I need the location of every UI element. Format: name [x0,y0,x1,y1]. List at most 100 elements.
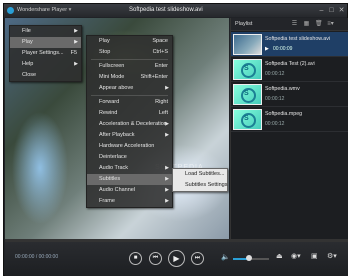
main-menu: File ▶ Play ▶ Player Settings... F5 Help ▶ Close [9,25,82,82]
play-menu-item-audio-channel[interactable]: Audio Channel ▶ [87,185,172,196]
previous-icon[interactable]: ⏮ [149,252,162,265]
menu-item-shortcut: Right [155,99,168,105]
menu-item-label: Mini Mode [99,74,125,80]
main-menu-item-help[interactable]: Help ▶ [10,59,81,70]
playlist-thumbnail: S [233,109,262,130]
settings-icon[interactable]: ⚙▾ [327,252,337,262]
next-icon[interactable]: ⏭ [191,252,204,265]
menu-item-shortcut: F5 [70,50,77,56]
submenu-arrow-icon: ▶ [165,132,169,138]
playlist-header: Playlist ☰ ▦ 🗑 ≡▾ [231,18,348,31]
play-menu-item-hardware-acceleration[interactable]: Hardware Acceleration [87,141,172,152]
speaker-icon[interactable]: 🔈 [221,253,230,261]
menu-item-label: Deinterlace [99,154,127,160]
playlist-item[interactable]: S Softpedia Test (2).avi 00:00:12 [231,57,348,82]
playlist-item-name: Softpedia Test (2).avi [265,61,315,67]
menu-item-label: Help [22,61,34,67]
subtitles-menu-item-subtitles-settings[interactable]: Subtitles Settings [173,180,228,191]
playlist-item[interactable]: S Softpedia.mpeg 00:00:12 [231,107,348,132]
submenu-arrow-icon: ▶ [165,121,169,127]
submenu-arrow-icon: ▶ [165,165,169,171]
playlist-panel: Playlist ☰ ▦ 🗑 ≡▾ Softpedia test slidesh… [230,18,348,239]
playlist-item-duration: 00:00:12 [265,96,285,102]
play-menu-item-forward[interactable]: Forward Right [87,97,172,108]
fullscreen-icon[interactable]: ▣ [311,252,318,262]
menu-item-label: Audio Channel [99,187,136,193]
play-menu-item-subtitles[interactable]: Subtitles ▶ [87,174,172,185]
time-display: 00:00:00 / 00:00:00 [15,254,59,260]
submenu-arrow-icon: ▶ [74,28,78,34]
volume-handle[interactable] [246,255,253,261]
playlist-item[interactable]: Softpedia test slideshow.avi ▶ 00:00:09 [231,32,348,57]
menu-item-shortcut: Enter [154,63,168,69]
playlist-menu-icon[interactable]: ≡▾ [327,21,334,28]
delete-icon[interactable]: 🗑 [315,21,323,28]
playlist-item-duration: 00:00:09 [273,46,293,52]
close-icon[interactable]: ✕ [337,6,346,15]
menu-item-label: Frame [99,198,115,204]
menu-item-label: After Playback [99,132,135,138]
submenu-arrow-icon: ▶ [165,198,169,204]
subtitles-menu: Load Subtitles... Subtitles Settings [172,168,228,192]
playlist-item-name: Softpedia test slideshow.avi [265,36,331,42]
play-menu-item-after-playback[interactable]: After Playback ▶ [87,130,172,141]
main-menu-item-close[interactable]: Close [10,70,81,81]
menu-item-label: Audio Track [99,165,129,171]
menu-item-label: File [22,28,31,34]
eject-icon[interactable]: ⏏ [276,252,283,262]
playlist-item[interactable]: S Softpedia.wmv 00:00:12 [231,82,348,107]
control-bar: 00:00:00 / 00:00:00 ■ ⏮ ▶ ⏭ 🔈 ⏏ ◉▾ ▣ ⚙▾ [5,242,348,276]
menu-item-label: Play [22,39,33,45]
playlist-thumbnail: S [233,84,262,105]
app-menu-button[interactable]: Wondershare Player [17,7,71,13]
menu-separator [91,95,168,96]
menu-item-label: Load Subtitles... [185,171,225,177]
playlist-item-duration: 00:00:12 [265,121,285,127]
play-menu-item-fullscreen[interactable]: Fullscreen Enter [87,61,172,72]
window-title: Softpedia test slideshow.avi [129,7,203,13]
maximize-icon[interactable]: □ [327,6,336,15]
menu-item-label: Close [22,72,37,78]
thumbnail-letter: S [244,115,249,122]
title-bar[interactable]: Wondershare Player Softpedia test slides… [4,4,347,17]
menu-item-shortcut: Shift+Enter [140,74,168,80]
playlist-title: Playlist [235,21,253,27]
main-menu-item-player-settings[interactable]: Player Settings... F5 [10,48,81,59]
play-menu-item-rewind[interactable]: Rewind Left [87,108,172,119]
subtitles-menu-item-load-subtitles[interactable]: Load Subtitles... [173,169,227,180]
play-menu: Play Space Stop Ctrl+S Fullscreen Enter Mini M… [86,35,173,208]
playlist-thumbnail: S [233,59,262,80]
main-menu-item-file[interactable]: File ▶ [10,26,81,37]
menu-item-label: Fullscreen [99,63,125,69]
play-menu-item-appear-above[interactable]: Appear above ▶ [87,83,172,94]
menu-item-label: Appear above [99,85,134,91]
list-view-icon[interactable]: ☰ [291,21,298,28]
add-file-icon[interactable]: ▦ [303,21,310,28]
submenu-arrow-icon: ▶ [74,61,78,67]
playlist-thumbnail [233,34,262,55]
playlist-item-name: Softpedia.mpeg [265,111,303,117]
play-menu-item-acceleration-deceleration[interactable]: Acceleration & Deceleration ▶ [87,119,172,130]
play-menu-item-stop[interactable]: Stop Ctrl+S [87,47,172,58]
playlist-item-name: Softpedia.wmv [265,86,300,92]
play-menu-item-audio-track[interactable]: Audio Track ▶ [87,163,172,174]
menu-item-label: Player Settings... [22,50,64,56]
play-icon[interactable]: ▶ [168,250,185,267]
menu-separator [91,59,168,60]
thumbnail-letter: S [244,65,249,72]
stop-icon[interactable]: ■ [129,252,142,265]
camera-icon[interactable]: ◉▾ [291,252,301,262]
thumbnail-letter: S [244,90,249,97]
app-logo-icon [7,7,14,14]
menu-item-shortcut: Space [152,38,168,44]
menu-item-shortcut: Ctrl+S [152,49,168,55]
play-menu-item-mini-mode[interactable]: Mini Mode Shift+Enter [87,72,172,83]
menu-item-label: Rewind [99,110,118,116]
menu-item-label: Forward [99,99,120,105]
play-menu-item-play[interactable]: Play Space [87,36,172,47]
minimize-icon[interactable]: – [317,6,326,15]
submenu-arrow-icon: ▶ [165,187,169,193]
main-menu-item-play[interactable]: Play ▶ [10,37,81,48]
play-menu-item-deinterlace[interactable]: Deinterlace [87,152,172,163]
play-menu-item-frame[interactable]: Frame ▶ [87,196,172,207]
